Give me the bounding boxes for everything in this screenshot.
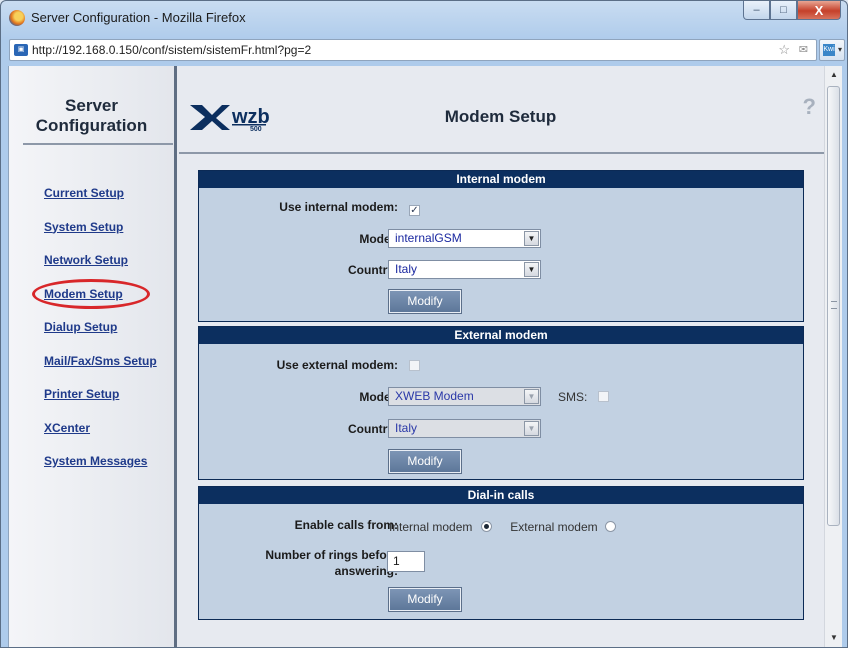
minimize-button[interactable]: – bbox=[743, 1, 770, 20]
sidebar-link-mail-fax-sms-setup[interactable]: Mail/Fax/Sms Setup bbox=[44, 354, 157, 388]
use-internal-label: Use internal modem: bbox=[279, 200, 398, 214]
extension-icon: Kwi bbox=[823, 44, 835, 56]
internal-modem-panel: Internal modem Use internal modem: ✓ Mod… bbox=[198, 170, 804, 322]
sidebar-link-current-setup[interactable]: Current Setup bbox=[44, 186, 157, 220]
sidebar-link-printer-setup[interactable]: Printer Setup bbox=[44, 387, 157, 421]
bookmark-star-icon[interactable]: ☆ bbox=[778, 42, 790, 58]
browser-window: Server Configuration - Mozilla Firefox –… bbox=[0, 0, 848, 648]
scroll-up-icon[interactable]: ▲ bbox=[825, 66, 842, 84]
chevron-down-icon[interactable]: ▼ bbox=[524, 389, 539, 404]
sms-label: SMS: bbox=[558, 390, 588, 404]
radio-external-modem[interactable] bbox=[605, 521, 617, 533]
title-bar: Server Configuration - Mozilla Firefox –… bbox=[1, 1, 847, 35]
url-text[interactable]: http://192.168.0.150/conf/sistem/sistemF… bbox=[32, 43, 311, 57]
enable-calls-label: Enable calls from: bbox=[294, 518, 398, 532]
use-internal-checkbox[interactable]: ✓ bbox=[409, 205, 420, 216]
chevron-down-icon[interactable]: ▼ bbox=[524, 231, 539, 246]
use-external-checkbox[interactable] bbox=[409, 360, 420, 371]
page-title: Modem Setup bbox=[444, 107, 557, 126]
enable-calls-options: Internal modem External modem bbox=[389, 518, 617, 536]
scroll-down-icon[interactable]: ▼ bbox=[825, 629, 842, 647]
external-country-value: Italy bbox=[395, 421, 418, 435]
sidebar-link-dialup-setup[interactable]: Dialup Setup bbox=[44, 320, 157, 354]
external-country-select[interactable]: Italy ▼ bbox=[388, 419, 541, 438]
scroll-thumb[interactable] bbox=[827, 86, 840, 526]
site-favicon-icon: ▣ bbox=[14, 44, 28, 56]
radio-internal-modem[interactable] bbox=[480, 521, 492, 533]
external-modify-button[interactable]: Modify bbox=[388, 449, 462, 474]
page-viewport: Server Configuration Current Setup Syste… bbox=[8, 66, 842, 647]
close-button[interactable]: X bbox=[797, 1, 841, 20]
internal-model-value: internalGSM bbox=[395, 231, 462, 245]
address-bar[interactable]: ▣ http://192.168.0.150/conf/sistem/siste… bbox=[9, 39, 817, 61]
rings-label-line1: Number of rings before bbox=[265, 548, 398, 562]
internal-country-value: Italy bbox=[395, 262, 418, 276]
option-internal-label: Internal modem bbox=[389, 520, 473, 534]
chevron-down-icon: ▾ bbox=[837, 45, 842, 54]
sidebar-link-system-setup[interactable]: System Setup bbox=[44, 220, 157, 254]
internal-country-select[interactable]: Italy ▼ bbox=[388, 260, 541, 279]
maximize-button[interactable]: □ bbox=[770, 1, 797, 20]
external-modem-title: External modem bbox=[199, 327, 803, 344]
window-controls: – □ X bbox=[743, 1, 841, 23]
sidebar-links: Current Setup System Setup Network Setup… bbox=[44, 186, 157, 488]
chevron-down-icon[interactable]: ▼ bbox=[524, 421, 539, 436]
sidebar-title-line2: Configuration bbox=[35, 116, 148, 135]
sidebar-title: Server Configuration bbox=[9, 96, 174, 136]
internal-model-select[interactable]: internalGSM ▼ bbox=[388, 229, 541, 248]
external-model-select[interactable]: XWEB Modem ▼ bbox=[388, 387, 541, 406]
rings-label: Number of rings before answering: bbox=[265, 547, 398, 579]
sidebar-divider bbox=[23, 143, 173, 145]
dial-in-panel: Dial-in calls Enable calls from: Interna… bbox=[198, 486, 804, 620]
extension-button[interactable]: Kwi ▾ bbox=[819, 39, 845, 61]
internal-modem-title: Internal modem bbox=[199, 171, 803, 188]
dial-in-title: Dial-in calls bbox=[199, 487, 803, 504]
sidebar-link-system-messages[interactable]: System Messages bbox=[44, 454, 157, 488]
sidebar-title-line1: Server bbox=[65, 96, 118, 115]
sidebar-link-modem-setup[interactable]: Modem Setup bbox=[44, 287, 157, 321]
main-content: wzb 500 Modem Setup ? Internal modem Use… bbox=[177, 66, 824, 647]
help-icon[interactable]: ? bbox=[803, 94, 816, 120]
sidebar-link-xcenter[interactable]: XCenter bbox=[44, 421, 157, 455]
mail-icon[interactable]: ✉ bbox=[799, 43, 808, 56]
sidebar-link-network-setup[interactable]: Network Setup bbox=[44, 253, 157, 287]
rings-input[interactable]: 1 bbox=[387, 551, 425, 572]
external-modem-panel: External modem Use external modem: Model… bbox=[198, 326, 804, 480]
option-external-label: External modem bbox=[510, 520, 598, 534]
window-title: Server Configuration - Mozilla Firefox bbox=[31, 10, 246, 25]
external-model-value: XWEB Modem bbox=[395, 389, 474, 403]
header-divider bbox=[179, 152, 824, 154]
vertical-scrollbar[interactable]: ▲ ▼ bbox=[824, 66, 842, 647]
dial-in-modify-button[interactable]: Modify bbox=[388, 587, 462, 612]
scroll-grip-icon bbox=[831, 301, 837, 309]
chevron-down-icon[interactable]: ▼ bbox=[524, 262, 539, 277]
internal-modify-button[interactable]: Modify bbox=[388, 289, 462, 314]
use-external-label: Use external modem: bbox=[276, 358, 398, 372]
sms-checkbox[interactable] bbox=[598, 391, 609, 402]
firefox-icon bbox=[9, 10, 25, 26]
sidebar: Server Configuration Current Setup Syste… bbox=[9, 66, 177, 647]
